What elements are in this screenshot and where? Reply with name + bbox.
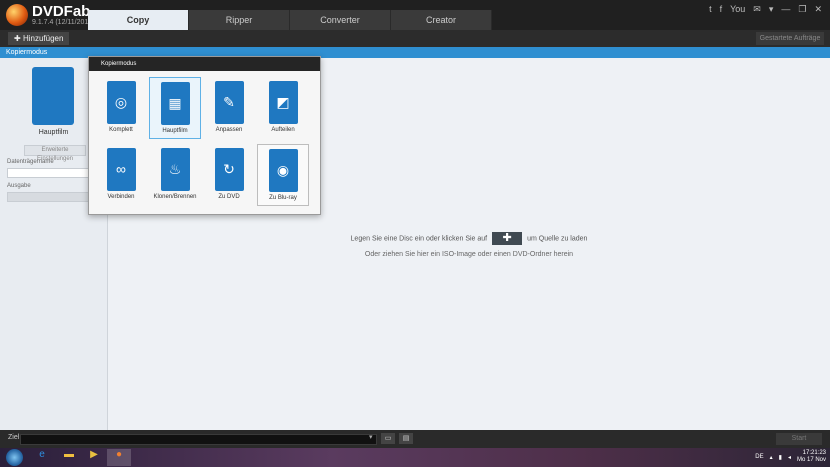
mode-zu-dvd[interactable]: ↻ Zu DVD	[203, 144, 255, 206]
tab-creator[interactable]: Creator	[391, 10, 492, 30]
output-label: Ausgabe	[7, 183, 31, 189]
file-explorer-icon[interactable]: ▬	[57, 449, 81, 466]
volume-icon[interactable]: ◂	[788, 454, 791, 461]
mode-hauptfilm[interactable]: ▦ Hauptfilm	[149, 77, 201, 139]
customize-icon: ✎	[214, 81, 244, 124]
title-bar: DVDFab 9.1.7.4 (12/11/2014) Copy Ripper …	[0, 0, 830, 30]
mode-aufteilen[interactable]: ◩ Aufteilen	[257, 77, 309, 139]
mode-anpassen[interactable]: ✎ Anpassen	[203, 77, 255, 139]
drag-hint: Oder ziehen Sie hier ein ISO-Image oder …	[364, 251, 574, 258]
main-movie-mode-icon[interactable]	[32, 67, 74, 125]
plus-icon: ✚	[14, 34, 23, 43]
menu-icon[interactable]: ▾	[769, 4, 774, 15]
maximize-icon[interactable]: ❐	[798, 4, 806, 15]
internet-explorer-icon[interactable]: e	[30, 449, 54, 466]
to-bluray-icon: ◉	[268, 149, 298, 192]
window-controls: t f You ✉ ▾ — ❐ ✕	[709, 4, 822, 15]
output-field[interactable]	[7, 192, 101, 202]
target-path-field[interactable]	[20, 434, 377, 445]
dvdfab-taskbar-icon[interactable]: ●	[107, 449, 131, 466]
mode-label: Klonen/Brennen	[153, 194, 197, 200]
clock-time: 17:21:23	[802, 450, 826, 456]
volume-label: Datenträgername	[7, 159, 54, 165]
media-player-icon[interactable]: ▶	[82, 449, 106, 466]
mode-label: Aufteilen	[271, 127, 295, 133]
toolbar: ✚ Hinzufügen Gestartete Aufträge	[0, 30, 830, 47]
mail-icon[interactable]: ✉	[753, 4, 761, 15]
tray-arrow-icon[interactable]: ▴	[770, 454, 773, 461]
split-icon: ◩	[268, 81, 298, 124]
system-tray: DE ▴ ▮ ◂ 17:21:23 Mo 17 Nov	[755, 450, 826, 464]
copy-mode-popup: Kopiermodus ◎ Komplett ▦ Hauptfilm ✎ Anp…	[88, 56, 321, 215]
target-label: Ziel	[8, 434, 20, 441]
mode-label: Anpassen	[215, 127, 243, 133]
mode-label: Hauptfilm	[162, 128, 188, 134]
tab-copy[interactable]: Copy	[88, 10, 189, 30]
mode-label: Komplett	[109, 127, 133, 133]
network-icon[interactable]: ▮	[779, 454, 782, 461]
to-dvd-icon: ↻	[214, 148, 244, 191]
main-tabs: Copy Ripper Converter Creator	[88, 10, 492, 30]
add-button-label: Hinzufügen	[22, 34, 64, 43]
popup-title: Kopiermodus	[89, 57, 320, 71]
mode-verbinden[interactable]: ∞ Verbinden	[95, 144, 147, 206]
load-source-plus-button[interactable]: ✚	[492, 232, 523, 245]
app-name: DVDFab	[32, 3, 91, 20]
volume-name-field[interactable]	[7, 168, 101, 178]
tasks-button-label: Gestartete Aufträge	[759, 35, 821, 42]
chevron-down-icon[interactable]: ▾	[369, 433, 373, 441]
facebook-icon[interactable]: f	[720, 4, 723, 15]
mode-zu-blu-ray[interactable]: ◉ Zu Blu-ray	[257, 144, 309, 206]
mode-label: Verbinden	[107, 194, 135, 200]
tab-converter[interactable]: Converter	[290, 10, 391, 30]
load-hint: Legen Sie eine Disc ein oder klicken Sie…	[108, 232, 830, 245]
os-taskbar: e ▬ ▶ ● DE ▴ ▮ ◂ 17:21:23 Mo 17 Nov	[0, 448, 830, 467]
twitter-icon[interactable]: t	[709, 4, 712, 15]
clock[interactable]: 17:21:23 Mo 17 Nov	[797, 450, 826, 464]
dvdfab-logo-icon	[6, 4, 28, 26]
mode-label: Zu DVD	[218, 194, 240, 200]
youtube-icon[interactable]: You	[730, 4, 745, 15]
add-button[interactable]: ✚ Hinzufügen	[8, 32, 70, 45]
windows-start-icon[interactable]	[6, 449, 23, 466]
close-icon[interactable]: ✕	[814, 4, 822, 15]
link-icon: ∞	[106, 148, 136, 191]
burn-icon: ♨	[160, 148, 190, 191]
tasks-button[interactable]: Gestartete Aufträge	[756, 32, 824, 45]
mode-label: Zu Blu-ray	[269, 195, 297, 201]
disc-icon: ◎	[106, 81, 136, 124]
load-hint-after: um Quelle zu laden	[527, 235, 588, 243]
minimize-icon[interactable]: —	[781, 4, 790, 15]
start-button[interactable]: Start	[776, 433, 822, 445]
disc-drive-icon[interactable]: ▭	[381, 433, 395, 444]
mode-komplett[interactable]: ◎ Komplett	[95, 77, 147, 139]
clock-date: Mo 17 Nov	[796, 457, 826, 463]
language-indicator[interactable]: DE	[755, 454, 763, 460]
app-version: 9.1.7.4 (12/11/2014)	[32, 19, 95, 26]
load-hint-before: Legen Sie eine Disc ein oder klicken Sie…	[350, 235, 488, 243]
tab-ripper[interactable]: Ripper	[189, 10, 290, 30]
bottom-bar: Ziel ▾ ▭ ▤ Start	[0, 430, 830, 448]
folder-icon[interactable]: ▤	[399, 433, 413, 444]
advanced-settings-button[interactable]: Erweiterte Einstellungen	[24, 145, 86, 162]
mode-klonen-brennen[interactable]: ♨ Klonen/Brennen	[149, 144, 201, 206]
film-icon: ▦	[160, 82, 190, 125]
